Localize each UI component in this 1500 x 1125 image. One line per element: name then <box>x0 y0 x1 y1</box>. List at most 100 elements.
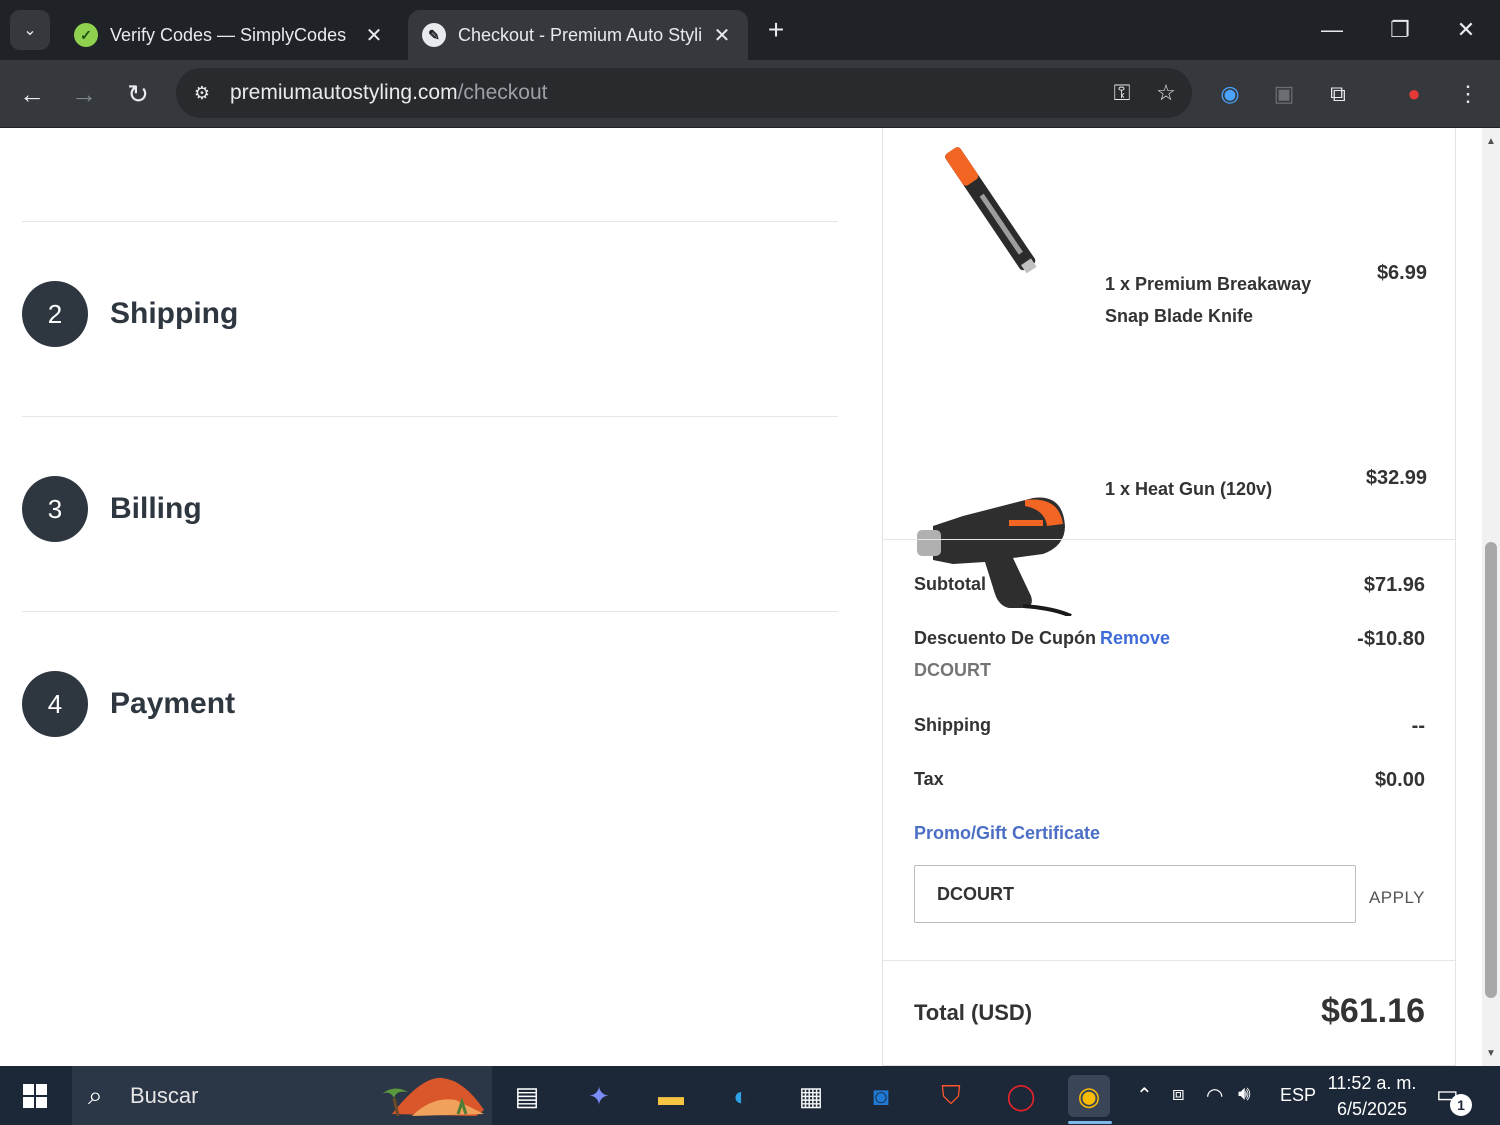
edge-icon[interactable]: ◐ <box>720 1075 762 1117</box>
subtotal-row: Subtotal $71.96 <box>914 574 1425 597</box>
wifi-icon[interactable]: ◠ <box>1206 1083 1223 1108</box>
page-scrollbar[interactable]: ▲ ▼ <box>1482 128 1500 1066</box>
discount-value: -$10.80 <box>1357 628 1425 650</box>
restore-button[interactable]: ❐ <box>1380 12 1420 48</box>
minimize-button[interactable]: — <box>1312 12 1352 48</box>
promo-gift-certificate-link[interactable]: Promo/Gift Certificate <box>914 823 1100 844</box>
copilot-icon[interactable]: ✦ <box>578 1075 620 1117</box>
step-title: Billing <box>110 492 202 525</box>
chevron-up-icon[interactable]: ⌃ <box>1136 1083 1153 1108</box>
tax-row: Tax $0.00 <box>914 769 1425 792</box>
language-indicator[interactable]: ESP <box>1280 1085 1316 1106</box>
step-number: 3 <box>22 476 88 542</box>
extensions-puzzle-icon[interactable]: ⧉ <box>1318 74 1358 114</box>
file-explorer-icon[interactable]: ▬ <box>650 1075 692 1117</box>
start-button[interactable] <box>0 1066 70 1125</box>
subtotal-value: $71.96 <box>1363 574 1425 596</box>
divider <box>883 539 1455 540</box>
scroll-up-icon[interactable]: ▲ <box>1482 132 1500 150</box>
system-clock[interactable]: 11:52 a. m. 6/5/2025 <box>1320 1070 1424 1122</box>
apply-button[interactable]: APPLY <box>1369 888 1425 908</box>
key-icon[interactable]: ⚿ <box>1104 75 1140 111</box>
divider <box>22 611 838 612</box>
item-price: $6.99 <box>1376 262 1427 284</box>
profile-avatar[interactable]: ● <box>1394 74 1434 114</box>
windows-taskbar: ⌕ Buscar ▤ ✦ ▬ ◐ ▦ ◙ ⛉ ◯ ◉ ⌃ ⧈ ◠ 🔊︎ ESP … <box>0 1066 1500 1125</box>
step-payment[interactable]: 4 Payment <box>22 671 235 737</box>
reload-icon: ↻ <box>127 78 149 109</box>
checkout-page: 2 Shipping 3 Billing 4 Payment 1 x Premi… <box>0 128 1482 1066</box>
site-settings-icon[interactable]: ⚙ <box>188 79 216 107</box>
more-menu-icon[interactable]: ⋮ <box>1448 74 1488 114</box>
star-icon[interactable]: ☆ <box>1148 75 1184 111</box>
promo-code-input[interactable] <box>914 865 1356 923</box>
url-text[interactable]: premiumautostyling.com/checkout <box>230 81 1104 105</box>
notification-badge: 1 <box>1450 1094 1472 1116</box>
url-host: premiumautostyling.com <box>230 81 458 104</box>
new-tab-button[interactable]: + <box>760 14 792 46</box>
total-label: Total (USD) <box>914 1000 1033 1025</box>
divider <box>22 221 838 222</box>
step-number: 2 <box>22 281 88 347</box>
browser-toolbar: ← → ↻ ⚙ premiumautostyling.com/checkout … <box>0 60 1500 128</box>
item-name: 1 x Premium Breakaway Snap Blade Knife <box>1105 274 1312 326</box>
meet-now-icon[interactable]: ⧈ <box>1172 1083 1185 1106</box>
chrome-icon[interactable]: ◉ <box>1068 1075 1110 1117</box>
taskbar-search[interactable]: ⌕ Buscar <box>72 1066 492 1125</box>
feather-icon: ✎ <box>422 23 446 47</box>
tab-title: Verify Codes — SimplyCodes <box>110 24 347 45</box>
search-icon: ⌕ <box>88 1079 103 1110</box>
subtotal-label: Subtotal <box>914 574 986 594</box>
close-window-button[interactable]: ✕ <box>1446 12 1486 48</box>
search-placeholder: Buscar <box>130 1082 199 1108</box>
tab-verify-codes[interactable]: ✓ Verify Codes — SimplyCodes ✕ <box>60 10 400 60</box>
plus-icon: + <box>767 14 785 45</box>
reload-button[interactable]: ↻ <box>118 74 158 114</box>
forward-button[interactable]: → <box>64 74 104 114</box>
item-name: 1 x Heat Gun (120v) <box>1105 479 1273 499</box>
snap-blade-knife-image <box>945 147 1037 274</box>
divider <box>22 416 838 417</box>
step-number: 4 <box>22 671 88 737</box>
close-icon[interactable]: ✕ <box>362 23 386 47</box>
step-title: Shipping <box>110 297 239 330</box>
volume-icon[interactable]: 🔊︎ <box>1238 1083 1251 1106</box>
extension-robot-icon[interactable]: ▣ <box>1264 74 1304 114</box>
arrow-left-icon: ← <box>19 78 45 109</box>
shipping-label: Shipping <box>914 715 991 735</box>
shipping-row: Shipping -- <box>914 715 1425 738</box>
step-billing[interactable]: 3 Billing <box>22 476 202 542</box>
simplycodes-icon: ✓ <box>74 23 98 47</box>
remove-coupon-link[interactable]: Remove <box>1100 628 1170 648</box>
step-shipping[interactable]: 2 Shipping <box>22 281 238 347</box>
extension-audio-icon[interactable]: ◉ <box>1210 74 1250 114</box>
scroll-thumb[interactable] <box>1485 542 1497 998</box>
arrow-right-icon: → <box>71 78 97 109</box>
shipping-value: -- <box>1411 715 1425 737</box>
total-value: $61.16 <box>1321 992 1425 1030</box>
back-button[interactable]: ← <box>12 74 52 114</box>
tax-value: $0.00 <box>1374 769 1425 791</box>
clock-date: 6/5/2025 <box>1336 1099 1408 1119</box>
tab-checkout[interactable]: ✎ Checkout - Premium Auto Stylir ✕ <box>408 10 748 60</box>
tax-label: Tax <box>914 769 944 789</box>
minimize-icon: — <box>1321 17 1343 42</box>
task-view-icon[interactable]: ▤ <box>506 1075 548 1117</box>
brave-icon[interactable]: ⛉ <box>930 1075 972 1117</box>
divider <box>883 960 1455 961</box>
active-app-indicator <box>1068 1121 1112 1124</box>
opera-icon[interactable]: ◯ <box>1000 1075 1042 1117</box>
address-bar[interactable]: ⚙ premiumautostyling.com/checkout ⚿ ☆ <box>176 68 1192 118</box>
restore-icon: ❐ <box>1390 17 1410 42</box>
close-icon[interactable]: ✕ <box>710 23 734 47</box>
tab-title: Checkout - Premium Auto Stylir <box>458 24 702 45</box>
desert-highlight-icon <box>382 1077 484 1117</box>
browser-tabstrip: ⌄ ✓ Verify Codes — SimplyCodes ✕ ✎ Check… <box>0 0 1500 60</box>
microsoft-store-icon[interactable]: ▦ <box>790 1075 832 1117</box>
scroll-down-icon[interactable]: ▼ <box>1482 1044 1500 1062</box>
tab-search-button[interactable]: ⌄ <box>10 10 50 50</box>
chevron-down-icon: ⌄ <box>23 22 37 39</box>
outlook-icon[interactable]: ◙ <box>860 1075 902 1117</box>
item-price: $32.99 <box>1365 467 1427 489</box>
order-summary: 1 x Premium Breakaway Snap Blade Knife $… <box>882 128 1456 1066</box>
